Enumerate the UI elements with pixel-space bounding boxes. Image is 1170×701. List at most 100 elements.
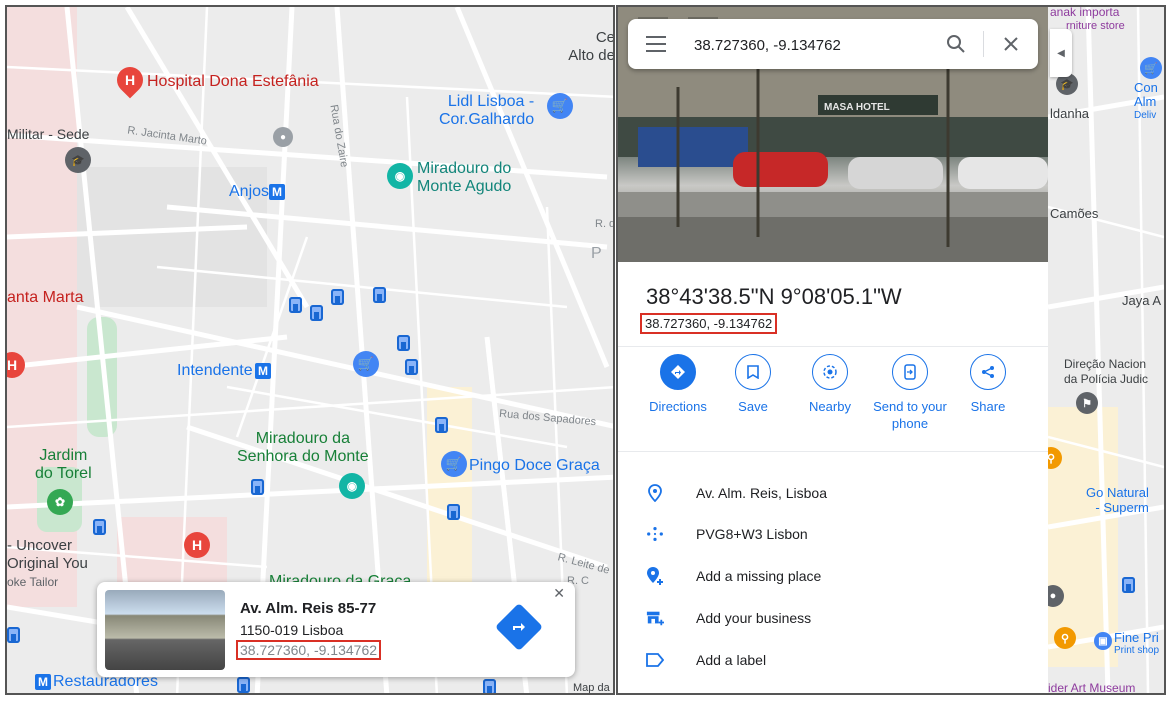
flower-icon[interactable]: ✿ xyxy=(47,489,73,515)
bus-stop-icon[interactable] xyxy=(331,289,344,305)
share-label: Share xyxy=(970,399,1006,414)
add-label-text: Add a label xyxy=(696,652,767,668)
militar-label[interactable]: Militar - Sede xyxy=(7,125,89,143)
fine-print-label[interactable]: Fine Pri Print shop xyxy=(1114,631,1159,657)
anjos-label[interactable]: Anjos xyxy=(229,183,269,201)
metro-icon[interactable]: M xyxy=(255,363,271,379)
close-icon[interactable]: ✕ xyxy=(553,585,565,602)
alto-label: Ce Alto de xyxy=(568,29,615,64)
shopping-cart-icon[interactable]: 🛒 xyxy=(547,93,573,119)
miradouro-senhora-label[interactable]: Miradouro da Senhora do Monte xyxy=(237,430,369,466)
card-subtitle: 1150-019 Lisboa xyxy=(240,622,344,638)
bus-stop-icon[interactable] xyxy=(310,305,323,321)
map-data-label[interactable]: Map da xyxy=(573,679,610,693)
address-text: Av. Alm. Reis, Lisboa xyxy=(696,485,827,501)
shopping-cart-icon[interactable]: 🛒 xyxy=(1140,57,1162,79)
direcao-label[interactable]: Direção Nacion da Polícia Judic xyxy=(1064,357,1148,387)
street-view-thumbnail[interactable] xyxy=(105,590,225,670)
camera-icon[interactable]: ◉ xyxy=(387,163,413,189)
bus-stop-icon[interactable] xyxy=(405,359,418,375)
furniture-label[interactable]: rniture store xyxy=(1066,17,1125,35)
jardim-label[interactable]: Jardim do Torel xyxy=(35,447,92,483)
card-coordinates[interactable]: 38.727360, -9.134762 xyxy=(236,640,382,660)
plus-code-icon xyxy=(646,525,664,543)
search-box[interactable] xyxy=(628,19,1038,69)
address-row[interactable]: Av. Alm. Reis, Lisboa xyxy=(646,481,827,505)
bus-stop-icon[interactable] xyxy=(435,417,448,433)
hospital-pin-icon-3[interactable]: H xyxy=(184,532,210,558)
hospital-label[interactable]: Hospital Dona Estefânia xyxy=(147,73,319,91)
camera-icon[interactable]: ◉ xyxy=(339,473,365,499)
save-label: Save xyxy=(738,399,768,414)
directions-button[interactable]: Directions xyxy=(638,354,718,415)
add-business-row[interactable]: Add your business xyxy=(646,606,811,630)
danha-label[interactable]: ldanha xyxy=(1050,105,1089,123)
add-business-text: Add your business xyxy=(696,610,812,626)
send-to-phone-label: Send to your phone xyxy=(873,399,947,431)
bus-stop-icon[interactable] xyxy=(251,479,264,495)
shopping-cart-icon[interactable]: 🛒 xyxy=(353,351,379,377)
add-label-row[interactable]: Add a label xyxy=(646,648,766,672)
plus-code-text: PVG8+W3 Lisbon xyxy=(696,526,808,542)
nearby-button[interactable]: Nearby xyxy=(790,354,870,415)
nearby-label: Nearby xyxy=(809,399,851,414)
collapse-panel-icon[interactable]: ◀ xyxy=(1050,29,1072,77)
place-title: 38°43'38.5"N 9°08'05.1"W xyxy=(646,284,902,309)
clear-search-icon[interactable] xyxy=(1002,35,1020,58)
search-icon[interactable] xyxy=(946,34,966,59)
add-missing-place-row[interactable]: Add a missing place xyxy=(646,564,821,588)
government-icon[interactable]: ⚑ xyxy=(1076,392,1098,414)
card-title: Av. Alm. Reis 85-77 xyxy=(240,600,377,617)
divider xyxy=(618,451,1048,452)
bus-stop-icon[interactable] xyxy=(237,677,250,693)
plus-code-row[interactable]: PVG8+W3 Lisbon xyxy=(646,522,808,546)
santa-marta-label[interactable]: anta Marta xyxy=(7,289,83,307)
intendente-label[interactable]: Intendente xyxy=(177,362,253,380)
bus-stop-icon[interactable] xyxy=(1122,577,1135,593)
bus-stop-icon[interactable] xyxy=(93,519,106,535)
bus-stop-icon[interactable] xyxy=(289,297,302,313)
save-button[interactable]: Save xyxy=(713,354,793,415)
directions-icon[interactable] xyxy=(494,602,544,652)
directions-label: Directions xyxy=(649,399,707,414)
art-museum-label[interactable]: ider Art Museum xyxy=(1048,679,1135,693)
jaya-label[interactable]: Jaya A xyxy=(1122,292,1161,310)
location-card[interactable]: Av. Alm. Reis 85-77 1150-019 Lisboa 38.7… xyxy=(97,582,575,677)
location-pin-icon[interactable]: ● xyxy=(273,127,293,147)
right-detail-panel[interactable]: MASA HOTEL ◀ 38°43'38.5"N 9°08'05.1"W 38… xyxy=(616,5,1166,695)
left-map-panel[interactable]: H Hospital Dona Estefânia H H Lidl Lisbo… xyxy=(5,5,615,695)
shopping-icon[interactable]: ▣ xyxy=(1094,632,1112,650)
send-to-phone-button[interactable]: Send to your phone xyxy=(868,354,952,432)
go-natural-label[interactable]: Go Natural - Superm xyxy=(1086,485,1149,515)
side-map-strip[interactable]: anak importa rniture store 🎓 🛒 Con Alm Del… xyxy=(1048,7,1164,693)
map-canvas[interactable]: H Hospital Dona Estefânia H H Lidl Lisbo… xyxy=(7,7,613,693)
area-label: P E xyxy=(591,245,613,262)
school-icon[interactable]: 🎓 xyxy=(65,147,91,173)
miradouro-monte-label[interactable]: Miradouro do Monte Agudo xyxy=(417,160,511,196)
metro-icon[interactable]: M xyxy=(35,674,51,690)
con-label[interactable]: Con Alm Deliv xyxy=(1134,81,1158,123)
label-icon xyxy=(646,651,664,669)
place-coordinates[interactable]: 38.727360, -9.134762 xyxy=(640,313,778,334)
menu-icon[interactable] xyxy=(646,36,666,52)
location-pin-icon xyxy=(646,484,664,502)
bus-stop-icon[interactable] xyxy=(7,627,20,643)
directions-icon xyxy=(660,354,696,390)
bus-stop-icon[interactable] xyxy=(397,335,410,351)
hotel-sign: MASA HOTEL xyxy=(824,102,890,113)
bus-stop-icon[interactable] xyxy=(447,504,460,520)
shopping-cart-icon[interactable]: 🛒 xyxy=(441,451,467,477)
food-icon[interactable]: ⚲ xyxy=(1054,627,1076,649)
camoes-label[interactable]: Camões xyxy=(1050,205,1098,223)
uncover-label[interactable]: - Uncover Original You oke Tailor xyxy=(7,537,88,591)
lidl-label[interactable]: Lidl Lisboa - Cor.Galhardo xyxy=(439,93,534,129)
pingo-doce-label[interactable]: Pingo Doce Graça xyxy=(469,457,600,475)
share-button[interactable]: Share xyxy=(948,354,1028,415)
search-input[interactable] xyxy=(692,31,926,59)
place-info-pane: 38°43'38.5"N 9°08'05.1"W 38.727360, -9.1… xyxy=(618,262,1048,693)
metro-icon[interactable]: M xyxy=(269,184,285,200)
divider xyxy=(618,346,1048,347)
bus-stop-icon[interactable] xyxy=(483,679,496,693)
phone-send-icon xyxy=(892,354,928,390)
bus-stop-icon[interactable] xyxy=(373,287,386,303)
